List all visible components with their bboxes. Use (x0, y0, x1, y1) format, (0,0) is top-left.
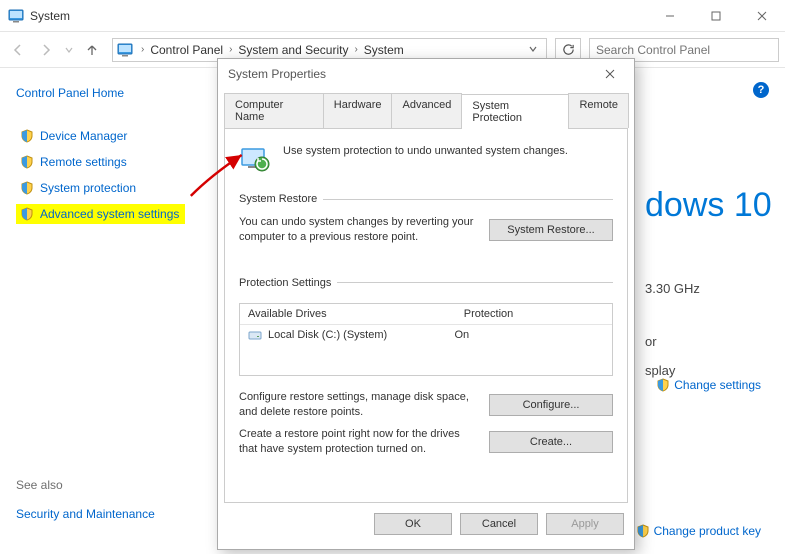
nav-device-manager[interactable]: Device Manager (16, 126, 207, 146)
nav-label: Advanced system settings (40, 207, 179, 221)
shield-icon (636, 524, 650, 538)
link-label: Change product key (654, 524, 761, 538)
window-title: System (30, 9, 647, 23)
nav-label: Security and Maintenance (16, 507, 155, 521)
dialog-titlebar: System Properties (218, 59, 634, 89)
tab-advanced[interactable]: Advanced (391, 93, 462, 128)
system-protection-icon (239, 143, 271, 175)
col-available-drives: Available Drives (240, 304, 456, 324)
shield-icon (20, 207, 34, 221)
configure-desc: Configure restore settings, manage disk … (239, 390, 477, 420)
tab-computer-name[interactable]: Computer Name (224, 93, 324, 128)
close-button[interactable] (739, 0, 785, 32)
nav-security-maintenance[interactable]: Security and Maintenance (16, 504, 207, 524)
breadcrumb-item[interactable]: System (362, 43, 406, 57)
search-input[interactable] (596, 43, 772, 57)
see-also-label: See also (16, 478, 207, 492)
system-restore-legend: System Restore (239, 193, 323, 205)
protection-settings-legend: Protection Settings (239, 277, 337, 289)
nav-system-protection[interactable]: System protection (16, 178, 207, 198)
create-desc: Create a restore point right now for the… (239, 427, 477, 457)
nav-advanced-system-settings[interactable]: Advanced system settings (16, 204, 185, 224)
breadcrumb-item[interactable]: System and Security (236, 43, 350, 57)
spec-line: or (645, 334, 785, 349)
address-dropdown-icon[interactable] (522, 43, 544, 57)
drive-row[interactable]: Local Disk (C:) (System) On (240, 325, 612, 345)
cancel-button[interactable]: Cancel (460, 513, 538, 535)
maximize-button[interactable] (693, 0, 739, 32)
configure-button[interactable]: Configure... (489, 394, 613, 416)
create-button[interactable]: Create... (489, 431, 613, 453)
drive-icon (248, 329, 262, 341)
system-icon (117, 42, 133, 58)
help-icon[interactable]: ? (753, 82, 769, 98)
restore-desc: You can undo system changes by reverting… (239, 215, 477, 245)
left-pane: Control Panel Home Device Manager Remote… (0, 68, 215, 554)
shield-icon (20, 129, 34, 143)
drives-table: Available Drives Protection Local Disk (… (239, 303, 613, 376)
tab-panel: Use system protection to undo unwanted s… (224, 128, 628, 503)
control-panel-home-link[interactable]: Control Panel Home (16, 86, 207, 100)
spec-line: splay (645, 363, 785, 378)
window-titlebar: System (0, 0, 785, 32)
system-properties-dialog: System Properties Computer Name Hardware… (217, 58, 635, 550)
change-product-key-link[interactable]: Change product key (636, 524, 761, 538)
drive-status: On (454, 329, 604, 341)
dialog-close-button[interactable] (596, 64, 624, 84)
tab-remote[interactable]: Remote (568, 93, 629, 128)
minimize-button[interactable] (647, 0, 693, 32)
up-button[interactable] (80, 38, 104, 62)
change-settings-link[interactable]: Change settings (656, 378, 761, 392)
col-protection: Protection (456, 304, 612, 324)
windows-edition: dows 10 (645, 186, 785, 225)
link-label: Change settings (674, 378, 761, 392)
shield-icon (656, 378, 670, 392)
protection-intro-text: Use system protection to undo unwanted s… (283, 143, 568, 157)
nav-label: System protection (40, 181, 136, 195)
tab-hardware[interactable]: Hardware (323, 93, 393, 128)
apply-button[interactable]: Apply (546, 513, 624, 535)
drive-label: Local Disk (C:) (System) (268, 329, 387, 341)
tab-system-protection[interactable]: System Protection (461, 94, 569, 129)
dialog-tabbar: Computer Name Hardware Advanced System P… (218, 93, 634, 128)
system-icon (8, 8, 24, 24)
system-restore-group: System Restore You can undo system chang… (239, 193, 613, 257)
chevron-right-icon[interactable]: › (350, 44, 361, 55)
nav-label: Device Manager (40, 129, 127, 143)
breadcrumb-item[interactable]: Control Panel (148, 43, 225, 57)
forward-button[interactable] (34, 38, 58, 62)
nav-label: Remote settings (40, 155, 127, 169)
nav-remote-settings[interactable]: Remote settings (16, 152, 207, 172)
dialog-footer: OK Cancel Apply (218, 503, 634, 549)
history-dropdown-icon[interactable] (62, 38, 76, 62)
chevron-right-icon[interactable]: › (137, 44, 148, 55)
shield-icon (20, 181, 34, 195)
spec-cpu: 3.30 GHz (645, 281, 785, 296)
back-button[interactable] (6, 38, 30, 62)
protection-settings-group: Protection Settings Available Drives Pro… (239, 277, 613, 469)
chevron-right-icon[interactable]: › (225, 44, 236, 55)
dialog-title: System Properties (228, 67, 326, 81)
system-restore-button[interactable]: System Restore... (489, 219, 613, 241)
shield-icon (20, 155, 34, 169)
ok-button[interactable]: OK (374, 513, 452, 535)
